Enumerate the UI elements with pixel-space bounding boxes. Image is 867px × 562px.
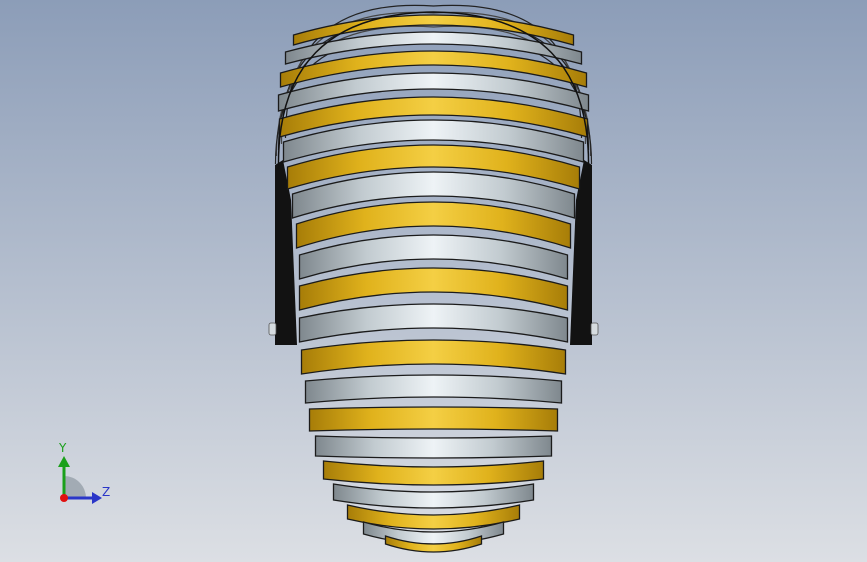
- z-axis-label: Z: [102, 485, 111, 499]
- y-axis-arrow: [58, 456, 70, 467]
- triad-origin: [60, 494, 68, 502]
- graphics-viewport[interactable]: Y Z: [0, 0, 867, 562]
- gold-band[interactable]: [308, 406, 559, 432]
- z-axis-arrow: [92, 492, 102, 504]
- right-pin[interactable]: [590, 322, 599, 336]
- model-view[interactable]: [0, 0, 867, 562]
- coordinate-triad: Y Z: [50, 440, 120, 510]
- left-pin[interactable]: [268, 322, 277, 336]
- triad-quadrant: [64, 476, 86, 498]
- y-axis-label: Y: [59, 441, 67, 455]
- silver-band[interactable]: [314, 435, 553, 459]
